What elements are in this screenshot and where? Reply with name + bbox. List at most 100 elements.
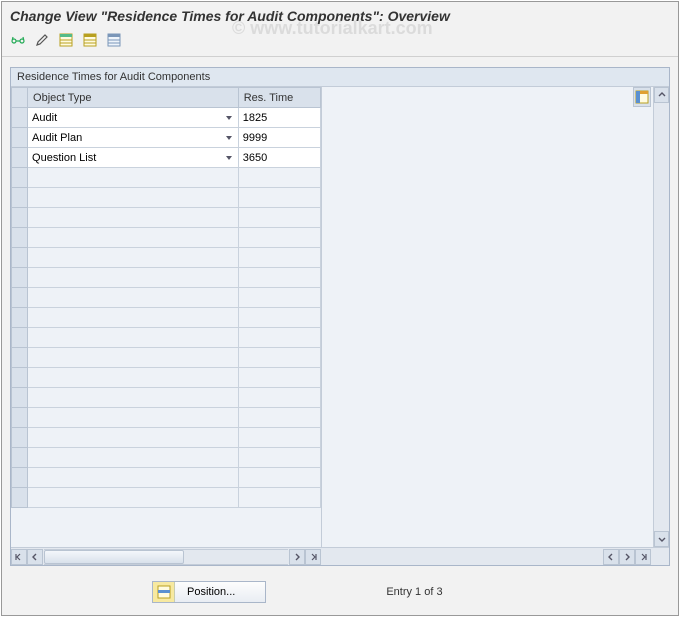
hscroll-thumb[interactable] — [44, 550, 184, 564]
res-time-cell-empty[interactable] — [238, 228, 320, 248]
scroll-down-button[interactable] — [654, 531, 669, 547]
res-time-cell[interactable] — [238, 148, 320, 168]
object-type-cell-empty[interactable] — [28, 168, 239, 188]
table-row — [12, 328, 321, 348]
dropdown-arrow[interactable] — [222, 111, 236, 125]
res-time-cell-empty[interactable] — [238, 368, 320, 388]
res-time-cell[interactable] — [238, 108, 320, 128]
select-all-handle[interactable] — [12, 88, 28, 108]
row-handle[interactable] — [12, 308, 28, 328]
chevron-down-icon — [658, 535, 666, 543]
row-handle[interactable] — [12, 388, 28, 408]
position-button[interactable]: Position... — [152, 581, 266, 603]
object-type-cell-empty[interactable] — [28, 368, 239, 388]
hscroll-track-left[interactable] — [44, 549, 288, 565]
other-view-button[interactable] — [8, 30, 28, 50]
hscroll-first-button[interactable] — [11, 549, 27, 565]
row-handle[interactable] — [12, 188, 28, 208]
row-handle[interactable] — [12, 288, 28, 308]
res-time-cell-empty[interactable] — [238, 168, 320, 188]
dropdown-arrow[interactable] — [222, 131, 236, 145]
chevron-left-icon — [31, 553, 39, 561]
row-handle[interactable] — [12, 468, 28, 488]
res-time-cell-empty[interactable] — [238, 328, 320, 348]
row-handle[interactable] — [12, 148, 28, 168]
object-type-cell-empty[interactable] — [28, 308, 239, 328]
col-res-time[interactable]: Res. Time — [238, 88, 320, 108]
res-time-input[interactable] — [243, 152, 316, 164]
row-handle[interactable] — [12, 168, 28, 188]
hscroll2-left-button[interactable] — [603, 549, 619, 565]
dropdown-arrow[interactable] — [222, 151, 236, 165]
object-type-cell-empty[interactable] — [28, 348, 239, 368]
hscroll-left-button[interactable] — [27, 549, 43, 565]
res-time-cell-empty[interactable] — [238, 408, 320, 428]
delete-button[interactable] — [104, 30, 124, 50]
object-type-cell[interactable]: Audit — [28, 108, 239, 128]
res-time-cell-empty[interactable] — [238, 188, 320, 208]
res-time-cell-empty[interactable] — [238, 388, 320, 408]
res-time-cell-empty[interactable] — [238, 208, 320, 228]
res-time-cell-empty[interactable] — [238, 348, 320, 368]
object-type-cell-empty[interactable] — [28, 188, 239, 208]
res-time-cell-empty[interactable] — [238, 468, 320, 488]
res-time-cell-empty[interactable] — [238, 288, 320, 308]
table-row — [12, 228, 321, 248]
object-type-cell-empty[interactable] — [28, 428, 239, 448]
res-time-input[interactable] — [243, 112, 316, 124]
row-handle[interactable] — [12, 488, 28, 508]
app-window: Change View "Residence Times for Audit C… — [1, 1, 679, 616]
vertical-scrollbar[interactable] — [653, 87, 669, 547]
row-handle[interactable] — [12, 268, 28, 288]
object-type-cell[interactable]: Audit Plan — [28, 128, 239, 148]
row-handle[interactable] — [12, 448, 28, 468]
row-handle[interactable] — [12, 328, 28, 348]
row-handle[interactable] — [12, 248, 28, 268]
copy-as-button[interactable] — [80, 30, 100, 50]
res-time-cell-empty[interactable] — [238, 488, 320, 508]
object-type-cell-empty[interactable] — [28, 268, 239, 288]
row-handle[interactable] — [12, 368, 28, 388]
res-time-cell[interactable] — [238, 128, 320, 148]
hscroll2-right-button[interactable] — [619, 549, 635, 565]
scroll-up-button[interactable] — [654, 87, 669, 103]
object-type-cell-empty[interactable] — [28, 288, 239, 308]
row-handle[interactable] — [12, 408, 28, 428]
object-type-cell-empty[interactable] — [28, 408, 239, 428]
hscroll-last-button[interactable] — [305, 549, 321, 565]
row-handle[interactable] — [12, 108, 28, 128]
change-mode-button[interactable] — [32, 30, 52, 50]
res-time-cell-empty[interactable] — [238, 268, 320, 288]
res-time-cell-empty[interactable] — [238, 448, 320, 468]
object-type-cell-empty[interactable] — [28, 208, 239, 228]
object-type-cell-empty[interactable] — [28, 388, 239, 408]
object-type-value: Audit — [32, 112, 57, 124]
new-entries-button[interactable] — [56, 30, 76, 50]
toolbar — [2, 28, 678, 56]
res-time-cell-empty[interactable] — [238, 428, 320, 448]
row-handle[interactable] — [12, 428, 28, 448]
row-handle[interactable] — [12, 228, 28, 248]
object-type-cell-empty[interactable] — [28, 328, 239, 348]
row-handle[interactable] — [12, 208, 28, 228]
object-type-cell-empty[interactable] — [28, 228, 239, 248]
vscroll-track[interactable] — [654, 103, 669, 531]
res-time-cell-empty[interactable] — [238, 308, 320, 328]
row-handle[interactable] — [12, 128, 28, 148]
object-type-cell-empty[interactable] — [28, 248, 239, 268]
hscroll2-last-button[interactable] — [635, 549, 651, 565]
object-type-cell[interactable]: Question List — [28, 148, 239, 168]
object-type-cell-empty[interactable] — [28, 448, 239, 468]
horizontal-scrollbar-row — [11, 547, 669, 565]
chevron-last-icon — [309, 553, 317, 561]
res-time-input[interactable] — [243, 132, 316, 144]
hscroll-right-button[interactable] — [289, 549, 305, 565]
res-time-cell-empty[interactable] — [238, 248, 320, 268]
table-settings-button[interactable] — [633, 87, 651, 107]
object-type-cell-empty[interactable] — [28, 488, 239, 508]
row-handle[interactable] — [12, 348, 28, 368]
table-row — [12, 448, 321, 468]
col-object-type[interactable]: Object Type — [28, 88, 239, 108]
object-type-cell-empty[interactable] — [28, 468, 239, 488]
table-row — [12, 168, 321, 188]
